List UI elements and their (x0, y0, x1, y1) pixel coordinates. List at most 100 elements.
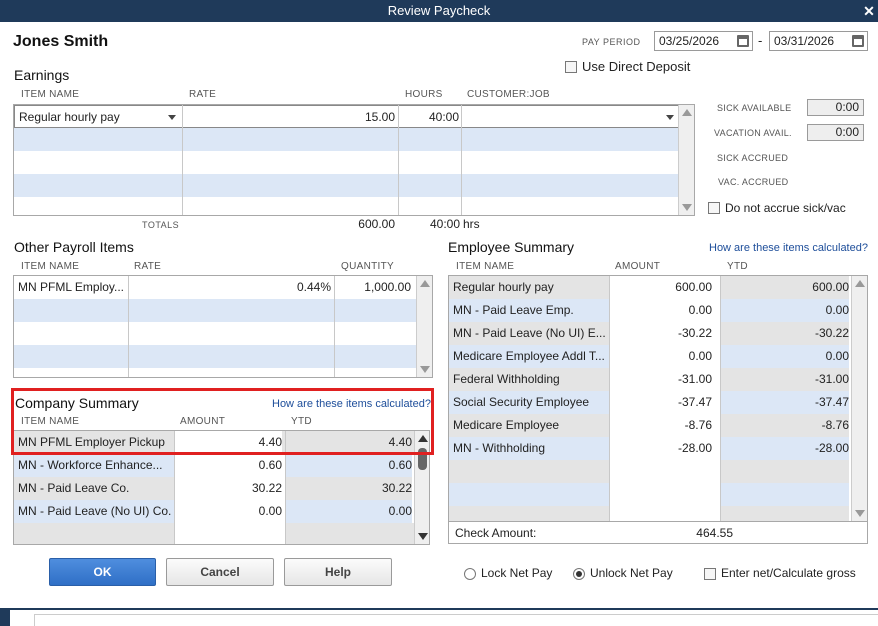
employee-item-cell: Federal Withholding (449, 368, 609, 391)
employee-header-amount: AMOUNT (615, 261, 661, 272)
table-row[interactable]: Regular hourly pay 15.00 40:00 (14, 105, 694, 128)
table-row[interactable]: Medicare Employee -8.76 -8.76 (449, 414, 867, 437)
other-quantity-cell[interactable]: 1,000.00 (339, 276, 411, 299)
table-row[interactable]: Social Security Employee -37.47 -37.47 (449, 391, 867, 414)
column-divider (128, 276, 129, 377)
enter-net-checkbox[interactable] (704, 568, 716, 580)
table-row[interactable]: MN - Paid Leave Emp. 0.00 0.00 (449, 299, 867, 322)
vacation-available-label: VACATION AVAIL. (714, 128, 792, 138)
earnings-title: Earnings (14, 67, 70, 83)
direct-deposit-checkbox[interactable] (565, 61, 577, 73)
employee-header-item: ITEM NAME (456, 261, 515, 272)
other-payroll-title: Other Payroll Items (14, 239, 134, 255)
earnings-totals-label: TOTALS (142, 220, 180, 230)
earnings-scrollbar[interactable] (678, 105, 694, 215)
other-header-rate: RATE (134, 261, 162, 272)
empty-cell (449, 460, 609, 483)
table-row[interactable]: Federal Withholding -31.00 -31.00 (449, 368, 867, 391)
table-row (449, 460, 867, 483)
lock-net-pay-radio[interactable] (464, 568, 476, 580)
table-row (449, 506, 867, 521)
employee-amount-cell: -8.76 (684, 418, 712, 432)
help-button[interactable]: Help (284, 558, 392, 586)
employee-calc-link[interactable]: How are these items calculated? (709, 242, 868, 254)
earnings-totals-hours: 40:00 (429, 217, 460, 231)
employee-amount-cell: 0.00 (688, 349, 712, 363)
table-row[interactable]: MN - Paid Leave (No UI) Co. 0.00 0.00 (14, 500, 429, 523)
table-row[interactable]: MN - Withholding -28.00 -28.00 (449, 437, 867, 460)
empty-cell (721, 460, 849, 483)
column-divider (334, 276, 335, 377)
table-row[interactable]: Medicare Employee Addl T... 0.00 0.00 (449, 345, 867, 368)
company-amount-cell[interactable]: 0.00 (175, 500, 282, 523)
scroll-up-icon[interactable] (682, 109, 692, 116)
background-panel (34, 614, 878, 626)
earnings-hours-cell[interactable]: 40:00 (400, 106, 459, 129)
unlock-net-pay-label: Unlock Net Pay (590, 566, 673, 580)
vacation-available-field[interactable]: 0:00 (807, 124, 864, 141)
table-row[interactable]: MN PFML Employ... 0.44% 1,000.00 (14, 276, 432, 299)
company-amount-cell[interactable]: 30.22 (175, 477, 282, 500)
review-paycheck-window: Review Paycheck ✕ Jones Smith PAY PERIOD… (0, 0, 878, 626)
table-row[interactable] (14, 322, 432, 345)
employee-summary-table: Regular hourly pay 600.00 600.00 MN - Pa… (448, 275, 868, 522)
empty-cell (449, 483, 609, 506)
check-amount-row: Check Amount: 464.55 (448, 522, 868, 544)
pay-period-label: PAY PERIOD (582, 37, 641, 47)
other-item-cell[interactable]: MN PFML Employ... (18, 276, 128, 299)
chevron-down-icon[interactable] (666, 115, 674, 120)
table-row[interactable]: Regular hourly pay 600.00 600.00 (449, 276, 867, 299)
pay-period-end-value: 03/31/2026 (774, 34, 835, 48)
scroll-down-icon[interactable] (418, 533, 428, 540)
close-icon[interactable]: ✕ (862, 0, 876, 22)
employee-amount-cell: -28.00 (677, 441, 712, 455)
unlock-net-pay-radio[interactable] (573, 568, 585, 580)
ok-button[interactable]: OK (49, 558, 156, 586)
scroll-up-icon[interactable] (855, 280, 865, 287)
cancel-button[interactable]: Cancel (166, 558, 274, 586)
table-row[interactable]: MN - Paid Leave Co. 30.22 30.22 (14, 477, 429, 500)
employee-ytd-cell: 0.00 (721, 345, 849, 368)
pay-period-end-field[interactable]: 03/31/2026 (769, 31, 868, 51)
employee-ytd-cell: -30.22 (721, 322, 849, 345)
employee-summary-scrollbar[interactable] (851, 276, 867, 521)
scroll-down-icon[interactable] (682, 204, 692, 211)
calendar-icon[interactable] (852, 35, 864, 47)
company-ytd-cell: 30.22 (286, 477, 412, 500)
table-row[interactable] (14, 151, 694, 174)
table-row[interactable] (14, 299, 432, 322)
table-row[interactable]: MN - Paid Leave (No UI) E... -30.22 -30.… (449, 322, 867, 345)
sick-available-field[interactable]: 0:00 (807, 99, 864, 116)
table-row[interactable] (14, 345, 432, 368)
table-row[interactable] (14, 174, 694, 197)
other-rate-cell[interactable]: 0.44% (134, 276, 331, 299)
employee-ytd-cell: 600.00 (721, 276, 849, 299)
do-not-accrue-checkbox[interactable] (708, 202, 720, 214)
employee-summary-title: Employee Summary (448, 239, 575, 255)
employee-amount-cell: 0.00 (688, 303, 712, 317)
earnings-item-cell[interactable]: Regular hourly pay (19, 106, 179, 129)
pay-period-start-field[interactable]: 03/25/2026 (654, 31, 753, 51)
chevron-down-icon[interactable] (168, 115, 176, 120)
earnings-header-rate: RATE (189, 89, 217, 100)
employee-item-cell: MN - Paid Leave (No UI) E... (449, 322, 609, 345)
calendar-icon[interactable] (737, 35, 749, 47)
vac-accrued-label: VAC. ACCRUED (718, 177, 789, 187)
table-row[interactable] (14, 128, 694, 151)
company-amount-cell[interactable]: 0.60 (175, 454, 282, 477)
other-payroll-scrollbar[interactable] (416, 276, 432, 377)
other-header-item: ITEM NAME (21, 261, 80, 272)
direct-deposit-label: Use Direct Deposit (582, 59, 691, 74)
earnings-totals-rate: 600.00 (358, 217, 395, 231)
earnings-rate-cell[interactable]: 15.00 (185, 106, 395, 129)
scroll-down-icon[interactable] (855, 510, 865, 517)
table-row[interactable]: MN - Workforce Enhance... 0.60 0.60 (14, 454, 429, 477)
employee-amount-cell: -30.22 (677, 326, 712, 340)
employee-ytd-cell: -8.76 (721, 414, 849, 437)
column-divider (398, 105, 399, 215)
earnings-customer-cell[interactable] (465, 106, 675, 129)
other-payroll-table: MN PFML Employ... 0.44% 1,000.00 (13, 275, 433, 378)
scroll-up-icon[interactable] (420, 280, 430, 287)
earnings-totals-unit: hrs (463, 217, 480, 231)
scroll-down-icon[interactable] (420, 366, 430, 373)
